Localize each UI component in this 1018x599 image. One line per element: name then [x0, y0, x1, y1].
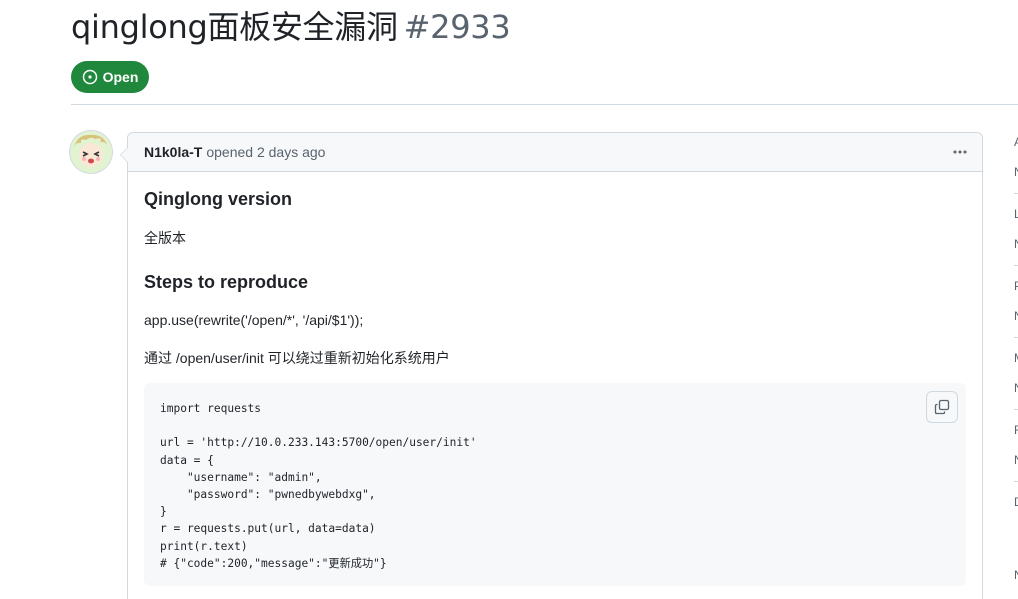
comment-options-button[interactable] — [948, 140, 972, 164]
issue-number: #2933 — [403, 8, 511, 46]
issue-comment: N1k0la-T opened 2 days ago Qinglong vers… — [120, 132, 983, 599]
sidebar-divider — [1014, 409, 1018, 410]
sidebar-edge: A N L N P N M N F N D N — [1013, 120, 1018, 599]
comment-header: N1k0la-T opened 2 days ago — [128, 133, 982, 172]
copy-button[interactable] — [926, 391, 958, 423]
sidebar-divider — [1014, 337, 1018, 338]
sidebar-divider — [1014, 265, 1018, 266]
sidebar-divider — [1014, 481, 1018, 482]
comment-author[interactable]: N1k0la-T — [144, 144, 202, 160]
issue-page: qinglong面板安全漏洞 #2933 Open N1k0la-T opened… — [0, 0, 1018, 599]
section-text-rewrite: app.use(rewrite('/open/*', '/api/$1')); — [144, 312, 364, 328]
section-text-bypass: 通过 /open/user/init 可以绕过重新初始化系统用户 — [144, 350, 450, 366]
code-block: import requests url = 'http://10.0.233.1… — [144, 383, 966, 586]
comment-timestamp[interactable]: opened 2 days ago — [206, 144, 325, 160]
sidebar-value: N — [1014, 381, 1018, 395]
sidebar-label: A — [1014, 135, 1018, 149]
sidebar-label: P — [1014, 279, 1018, 293]
kebab-horizontal-icon — [953, 150, 967, 154]
header-divider — [71, 104, 1018, 105]
sidebar-value: N — [1014, 237, 1018, 251]
sidebar-label: M — [1014, 351, 1018, 365]
code-content: import requests url = 'http://10.0.233.1… — [160, 402, 477, 570]
sidebar-divider — [1014, 193, 1018, 194]
issue-state-badge: Open — [71, 61, 149, 93]
issue-opened-icon — [82, 69, 97, 85]
issue-state-label: Open — [102, 69, 139, 85]
author-avatar[interactable] — [70, 131, 112, 173]
sidebar-value: N — [1014, 568, 1018, 582]
sidebar-label: F — [1014, 423, 1018, 437]
avatar-image — [70, 131, 112, 173]
sidebar-value: N — [1014, 453, 1018, 467]
issue-title-text: qinglong面板安全漏洞 — [71, 8, 398, 46]
sidebar-label: D — [1014, 495, 1018, 509]
section-text-version: 全版本 — [144, 230, 186, 246]
section-heading-version: Qinglong version — [144, 189, 293, 209]
sidebar-value: N — [1014, 165, 1018, 179]
sidebar-value: N — [1014, 309, 1018, 323]
sidebar-label: L — [1014, 207, 1018, 221]
issue-title: qinglong面板安全漏洞 #2933 — [71, 6, 511, 48]
copy-icon — [934, 399, 950, 415]
section-heading-steps: Steps to reproduce — [144, 272, 309, 292]
